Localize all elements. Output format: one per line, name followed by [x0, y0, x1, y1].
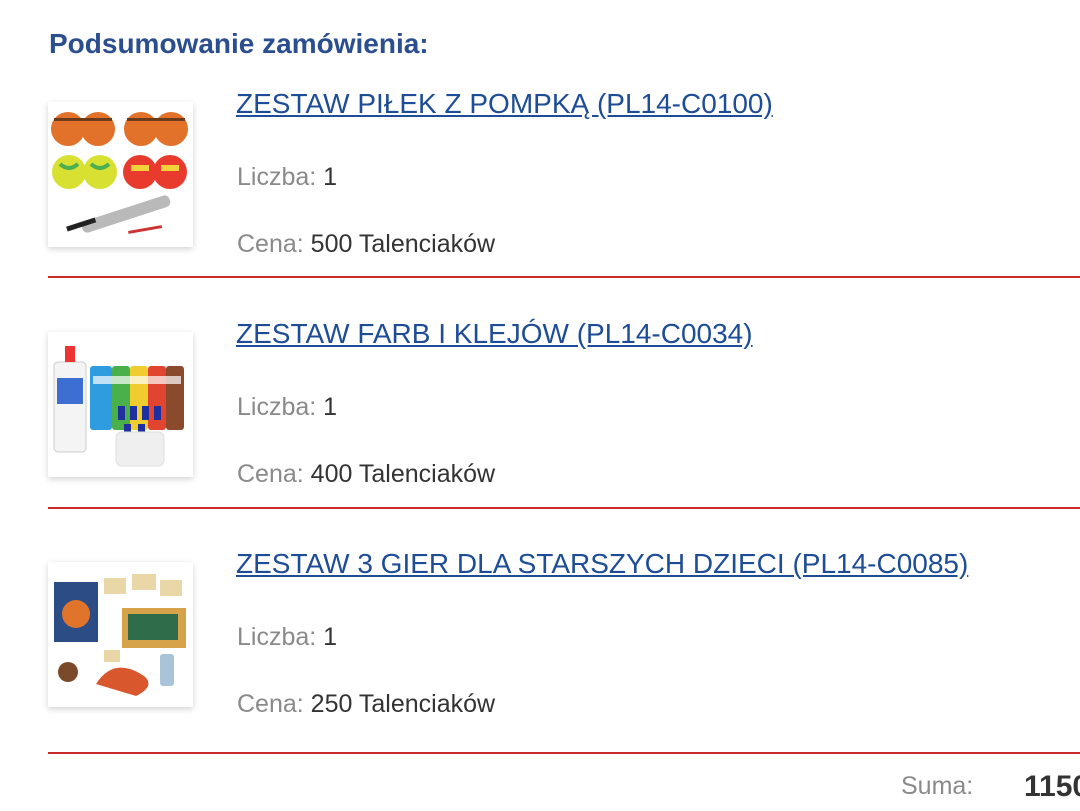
price-label: Cena: — [237, 460, 304, 488]
total-value: 1150 — [1024, 770, 1080, 803]
price-label: Cena: — [237, 690, 304, 718]
price-value: 400 Talenciaków — [310, 460, 496, 488]
quantity-label: Liczba: — [237, 393, 317, 421]
order-summary-title: Podsumowanie zamówienia: — [49, 28, 429, 59]
product-link[interactable]: ZESTAW 3 GIER DLA STARSZYCH DZIECI (PL14… — [236, 548, 968, 580]
item-separator — [48, 752, 1080, 754]
quantity-label: Liczba: — [237, 623, 317, 651]
quantity-value: 1 — [323, 163, 338, 191]
order-item: ZESTAW FARB I KLEJÓW (PL14-C0034) Liczba… — [48, 318, 1080, 560]
price-value: 500 Talenciaków — [310, 230, 496, 258]
quantity-label: Liczba: — [237, 163, 317, 191]
price-value: 250 Talenciaków — [310, 690, 496, 718]
price-row: Cena: 500 Talenciaków — [237, 230, 495, 259]
order-item: ZESTAW PIŁEK Z POMPKĄ (PL14-C0100) Liczb… — [48, 88, 1080, 330]
balls-and-pump-image — [48, 102, 193, 247]
paints-and-glues-image — [48, 332, 193, 477]
item-separator — [48, 276, 1080, 278]
quantity-row: Liczba: 1 — [237, 393, 337, 422]
product-link[interactable]: ZESTAW FARB I KLEJÓW (PL14-C0034) — [236, 318, 753, 350]
quantity-row: Liczba: 1 — [237, 163, 337, 192]
quantity-value: 1 — [323, 623, 338, 651]
item-separator — [48, 507, 1080, 509]
price-label: Cena: — [237, 230, 304, 258]
product-link[interactable]: ZESTAW PIŁEK Z POMPKĄ (PL14-C0100) — [236, 88, 773, 120]
board-games-image — [48, 562, 193, 707]
price-row: Cena: 400 Talenciaków — [237, 460, 495, 489]
quantity-row: Liczba: 1 — [237, 623, 337, 652]
order-item: ZESTAW 3 GIER DLA STARSZYCH DZIECI (PL14… — [48, 548, 1080, 790]
total-label: Suma: — [901, 772, 974, 800]
quantity-value: 1 — [323, 393, 338, 421]
price-row: Cena: 250 Talenciaków — [237, 690, 495, 719]
